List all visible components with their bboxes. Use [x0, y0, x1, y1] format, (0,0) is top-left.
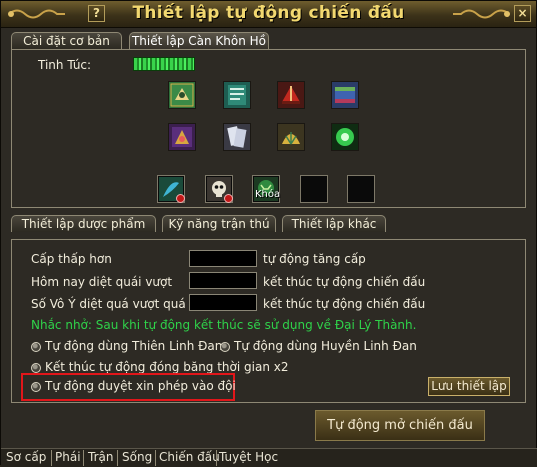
- huyen-linh-dan-radio[interactable]: [220, 342, 230, 352]
- reminder-text: Nhắc nhở: Sau khi tự động kết thúc sẽ sử…: [31, 318, 417, 332]
- tinh-tuc-label: Tinh Túc:: [38, 58, 92, 72]
- tinh-tuc-gem-bar: [133, 57, 195, 71]
- monsters-killed-label: Hôm nay diệt quái vượt: [31, 275, 173, 289]
- bottom-tab-chien-dau[interactable]: Chiến đấu: [159, 450, 220, 466]
- bottom-tab-divider: [51, 450, 52, 466]
- red-badge-icon: [224, 194, 233, 203]
- thien-linh-dan-label[interactable]: Tự động dùng Thiên Linh Đan: [45, 339, 222, 353]
- tab-basic-settings[interactable]: Cài đặt cơ bản: [11, 32, 122, 49]
- save-settings-button[interactable]: Lưu thiết lập: [428, 377, 510, 396]
- slot-1[interactable]: [157, 175, 185, 203]
- bottom-tab-song[interactable]: Sống: [122, 450, 152, 466]
- huyen-linh-dan-label[interactable]: Tự động dùng Huyền Linh Đan: [234, 339, 417, 353]
- red-badge-icon: [176, 194, 185, 203]
- purple-lotus-skill-icon[interactable]: [168, 123, 196, 151]
- monsters-killed-input[interactable]: [189, 272, 257, 289]
- tab-battle-beast-skills[interactable]: Kỹ năng trận thú: [162, 215, 276, 232]
- level-lower-label: Cấp thấp hơn: [31, 252, 112, 266]
- slot-4-empty[interactable]: [300, 175, 328, 203]
- auto-level-up-label: tự động tăng cấp: [263, 252, 366, 266]
- slot-5-empty[interactable]: [347, 175, 375, 203]
- paper-talisman-skill-icon[interactable]: [223, 123, 251, 151]
- red-fan-skill-icon[interactable]: [277, 81, 305, 109]
- book-skill-icon[interactable]: [331, 81, 359, 109]
- golden-fan-skill-icon[interactable]: [277, 123, 305, 151]
- slot-2[interactable]: [205, 175, 233, 203]
- bottom-tab-phai[interactable]: Phái: [55, 450, 81, 466]
- slot-lock-label: Khóa: [255, 189, 281, 200]
- title-ornament-right-icon: [453, 9, 510, 19]
- end-auto-battle-label-1: kết thúc tự động chiến đấu: [263, 275, 426, 289]
- bottom-tab-tuyet-hoc[interactable]: Tuyệt Học: [219, 450, 278, 466]
- auto-approve-team-label[interactable]: Tự động duyệt xin phép vào đội: [45, 379, 236, 393]
- bottom-tab-tran[interactable]: Trận: [88, 450, 113, 466]
- bottom-tab-divider: [83, 450, 84, 466]
- auto-approve-team-radio[interactable]: [31, 382, 41, 392]
- scroll-skill-icon[interactable]: [223, 81, 251, 109]
- thien-linh-dan-radio[interactable]: [31, 342, 41, 352]
- end-auto-battle-label-2: kết thúc tự động chiến đấu: [263, 297, 426, 311]
- vo-y-killed-label: Số Vô Ý diệt quá vượt quá: [31, 297, 186, 311]
- level-lower-input[interactable]: [189, 250, 257, 267]
- green-orb-skill-icon[interactable]: [331, 123, 359, 151]
- vo-y-killed-input[interactable]: [189, 294, 257, 311]
- tab-can-khon-ho[interactable]: Thiết lập Càn Khôn Hồ: [129, 32, 269, 49]
- bottom-tab-divider: [216, 450, 217, 466]
- title-bar[interactable]: ? Thiết lập tự động chiến đấu ×: [1, 1, 536, 28]
- bird-pattern-skill-icon[interactable]: [168, 81, 196, 109]
- bottom-tab-divider: [117, 450, 118, 466]
- tab-other-settings[interactable]: Thiết lập khác: [282, 215, 386, 232]
- start-auto-battle-button[interactable]: Tự động mở chiến đấu: [315, 410, 485, 441]
- bottom-tab-divider: [155, 450, 156, 466]
- bottom-tab-so-cap[interactable]: Sơ cấp: [6, 450, 46, 466]
- close-button[interactable]: ×: [514, 5, 531, 22]
- slot-3[interactable]: Khóa: [252, 175, 280, 203]
- freeze-time-radio[interactable]: [31, 363, 41, 373]
- auto-battle-window: ? Thiết lập tự động chiến đấu × Cài đặt …: [0, 0, 537, 467]
- tab-medicine-settings[interactable]: Thiết lập dược phẩm: [11, 215, 156, 232]
- freeze-time-label[interactable]: Kết thúc tự động đóng băng thời gian x2: [45, 360, 289, 374]
